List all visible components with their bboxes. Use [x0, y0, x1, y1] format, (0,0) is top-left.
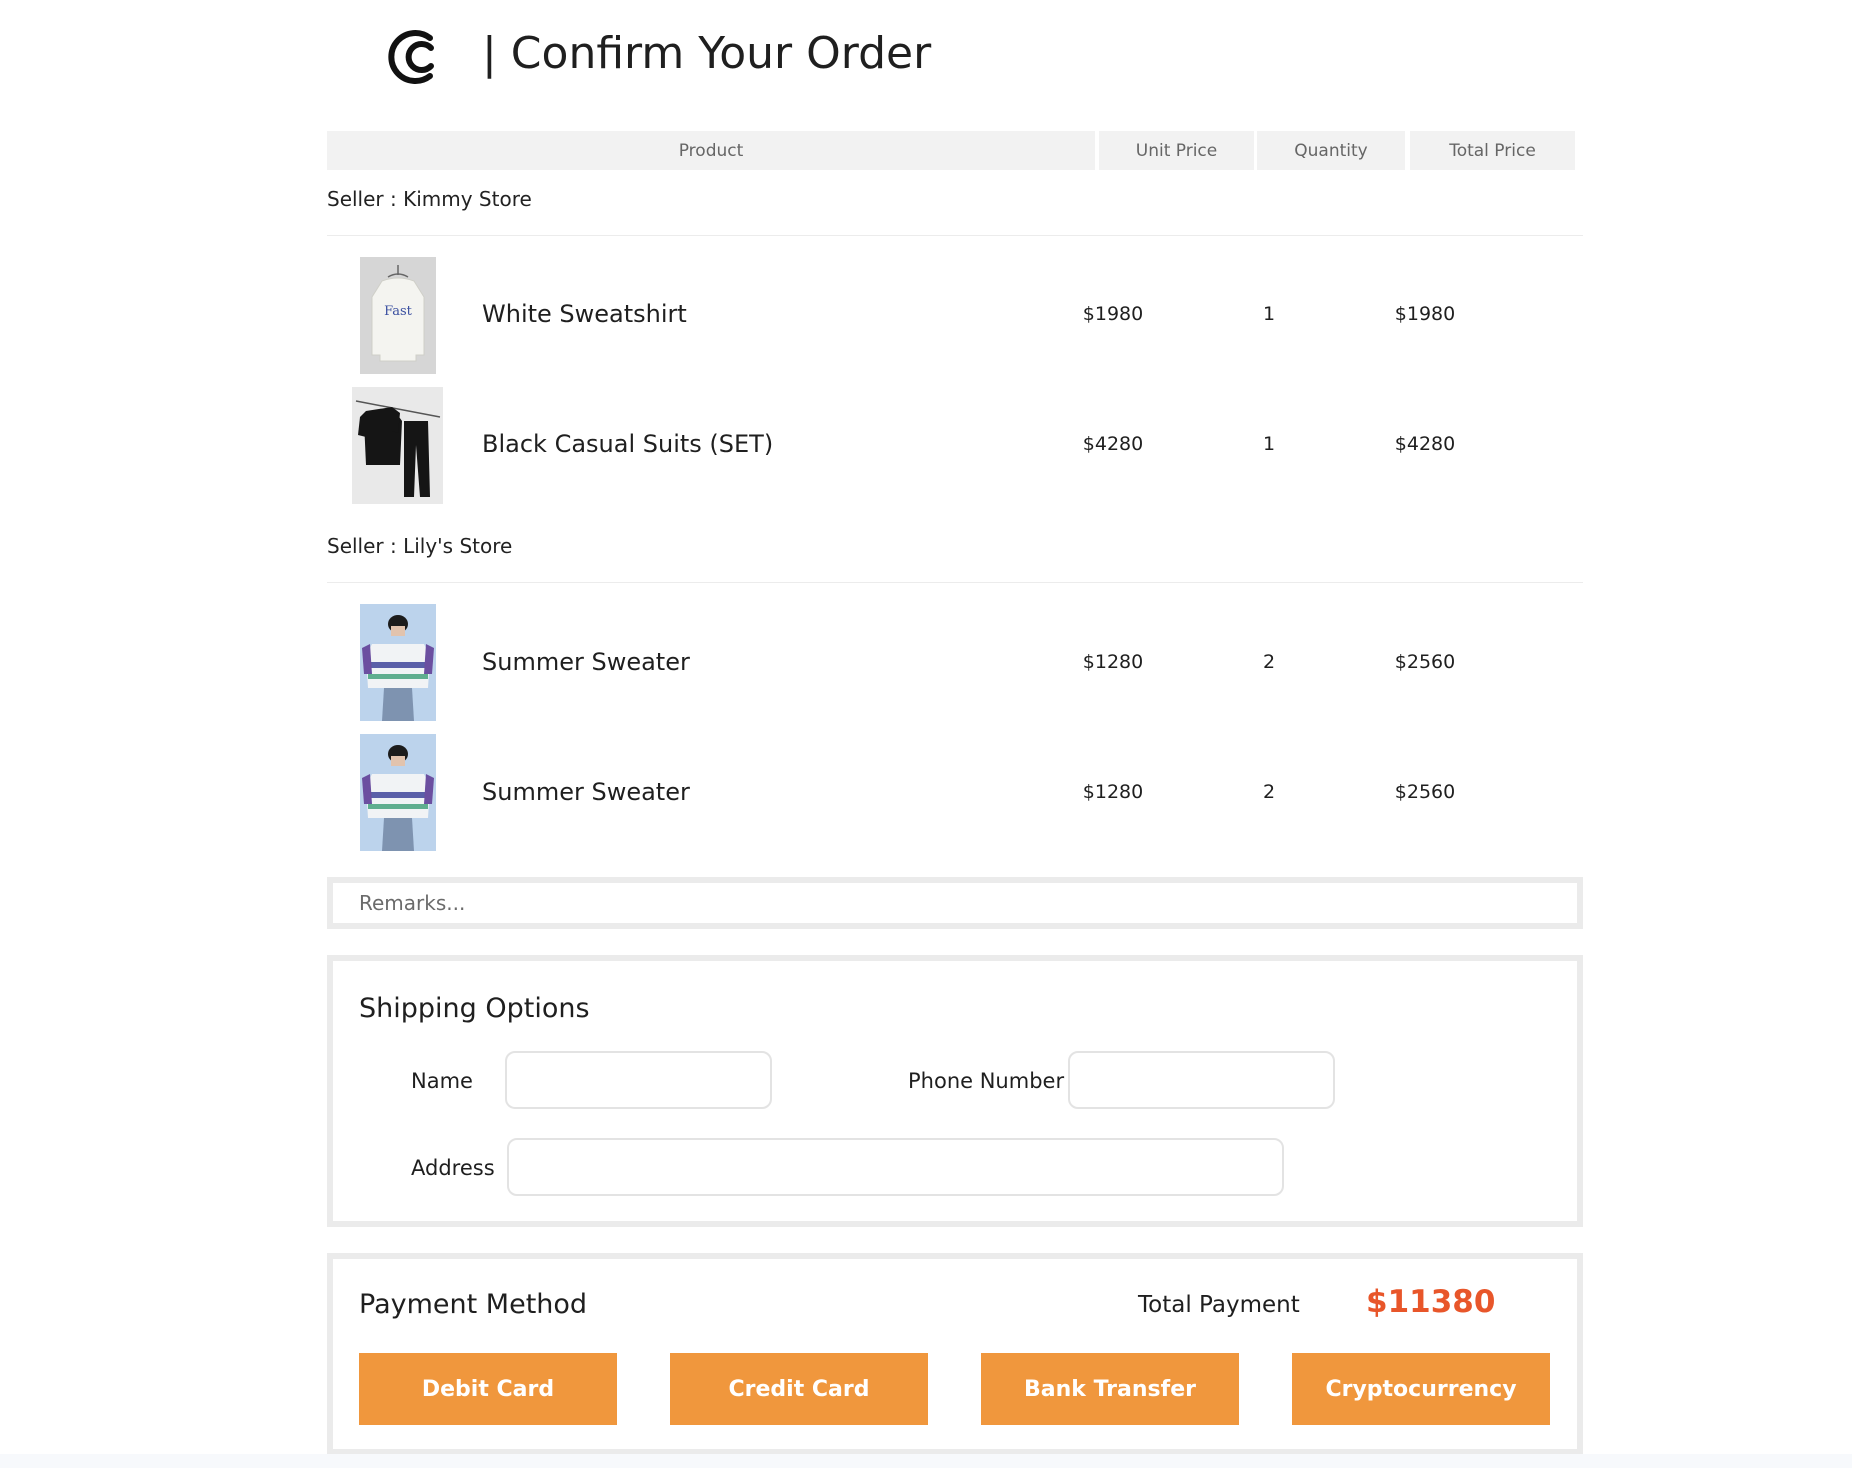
- phone-number-input[interactable]: [1068, 1051, 1335, 1109]
- product-name[interactable]: White Sweatshirt: [482, 300, 687, 328]
- column-header-quantity: Quantity: [1257, 131, 1405, 170]
- quantity: 1: [1262, 433, 1276, 455]
- credit-card-button[interactable]: Credit Card: [670, 1353, 928, 1425]
- unit-price: $4280: [1082, 433, 1144, 455]
- column-header-total-price: Total Price: [1410, 131, 1575, 170]
- name-label: Name: [411, 1069, 473, 1093]
- address-label: Address: [411, 1156, 495, 1180]
- payment-method-panel: Payment Method Total Payment $11380 Debi…: [327, 1253, 1583, 1455]
- total-price: $4280: [1394, 433, 1456, 455]
- remarks-box: [327, 877, 1583, 929]
- product-name[interactable]: Black Casual Suits (SET): [482, 430, 773, 458]
- product-name[interactable]: Summer Sweater: [482, 778, 690, 806]
- product-image-black-casual-suits[interactable]: [352, 387, 443, 504]
- address-input[interactable]: [507, 1138, 1284, 1196]
- name-input[interactable]: [505, 1051, 772, 1109]
- product-image-summer-sweater[interactable]: [360, 604, 436, 721]
- divider: [327, 582, 1583, 583]
- cryptocurrency-button[interactable]: Cryptocurrency: [1292, 1353, 1550, 1425]
- quantity: 1: [1262, 303, 1276, 325]
- total-price: $2560: [1394, 781, 1456, 803]
- shipping-options-title: Shipping Options: [359, 993, 590, 1024]
- debit-card-button[interactable]: Debit Card: [359, 1353, 617, 1425]
- quantity: 2: [1262, 651, 1276, 673]
- column-header-unit-price: Unit Price: [1099, 131, 1254, 170]
- payment-method-title: Payment Method: [359, 1289, 588, 1320]
- total-payment-label: Total Payment: [1138, 1292, 1300, 1318]
- quantity: 2: [1262, 781, 1276, 803]
- shipping-options-panel: Shipping Options Name Phone Number Addre…: [327, 955, 1583, 1227]
- page-bottom-strip: [0, 1454, 1852, 1468]
- total-price: $2560: [1394, 651, 1456, 673]
- svg-text:Fast: Fast: [384, 304, 413, 319]
- remarks-input[interactable]: [333, 883, 1577, 923]
- bank-transfer-button[interactable]: Bank Transfer: [981, 1353, 1239, 1425]
- phone-number-label: Phone Number: [908, 1069, 1065, 1093]
- product-image-white-sweatshirt[interactable]: Fast: [360, 257, 436, 374]
- divider: [327, 235, 1583, 236]
- total-payment-value: $11380: [1366, 1284, 1496, 1320]
- page-title: | Confirm Your Order: [482, 28, 932, 79]
- unit-price: $1980: [1082, 303, 1144, 325]
- product-name[interactable]: Summer Sweater: [482, 648, 690, 676]
- column-header-product: Product: [327, 131, 1095, 170]
- seller-label: Seller : Kimmy Store: [327, 187, 532, 211]
- unit-price: $1280: [1082, 651, 1144, 673]
- product-image-summer-sweater[interactable]: [360, 734, 436, 851]
- seller-label: Seller : Lily's Store: [327, 534, 513, 558]
- brand-logo-icon[interactable]: [380, 24, 446, 90]
- total-price: $1980: [1394, 303, 1456, 325]
- unit-price: $1280: [1082, 781, 1144, 803]
